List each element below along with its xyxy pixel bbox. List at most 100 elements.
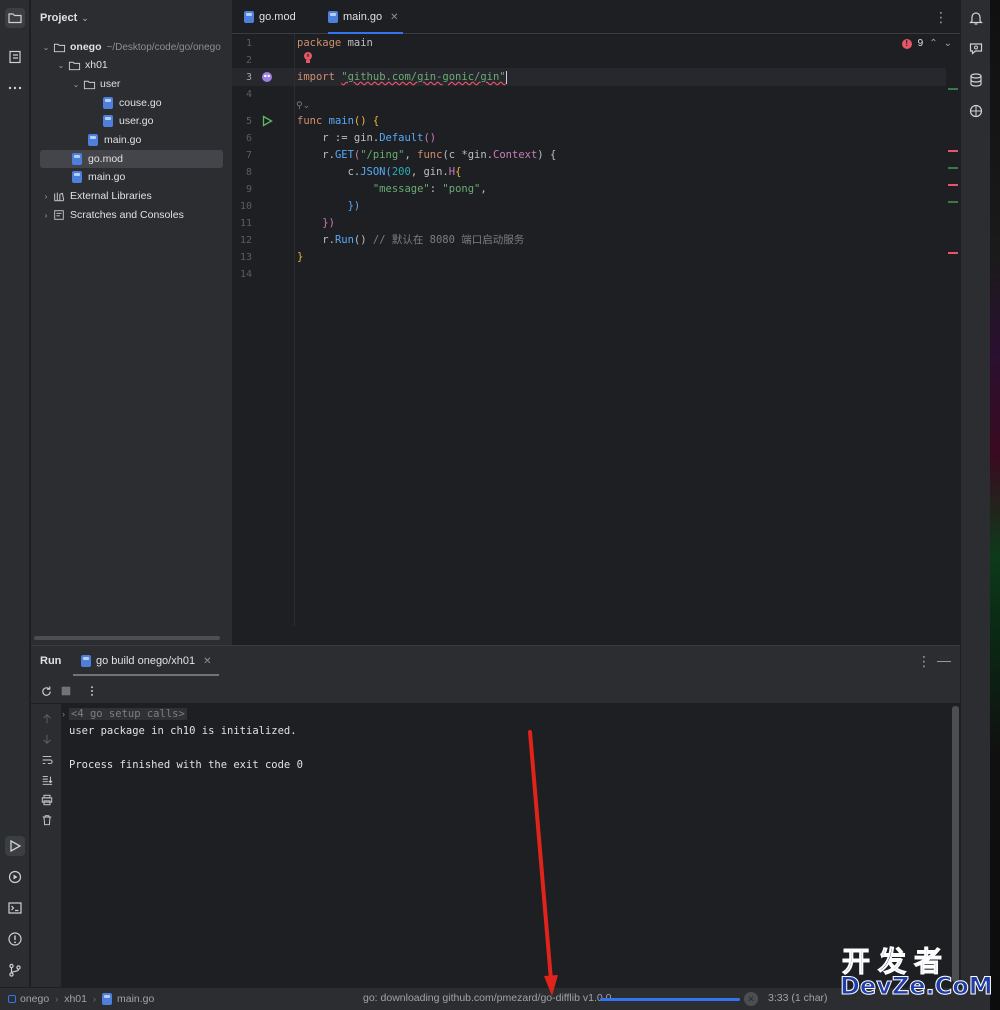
go-file-icon: [70, 170, 84, 184]
tab-main-go[interactable]: main.go ✕: [328, 0, 403, 34]
line-number: 1: [245, 38, 252, 49]
background-task-progress[interactable]: [600, 998, 740, 1001]
gopher-icon[interactable]: [261, 71, 273, 83]
ai-assistant-icon[interactable]: [966, 39, 986, 59]
more-tools-icon[interactable]: [5, 78, 25, 98]
code-line-8[interactable]: c.JSON(200, gin.H{: [297, 164, 462, 181]
tree-item-label: Scratches and Consoles: [70, 209, 184, 221]
code-line-6[interactable]: r := gin.Default(): [297, 130, 436, 147]
tree-item-scratches[interactable]: › Scratches and Consoles: [40, 206, 223, 224]
stop-icon[interactable]: [59, 684, 73, 698]
run-configuration-tab[interactable]: go build onego/xh01 ✕: [73, 646, 220, 676]
chevron-down-icon: ⌄: [81, 12, 89, 23]
import-path: "github.com/gin-gonic/gin": [341, 71, 506, 83]
cancel-task-icon[interactable]: ✕: [744, 992, 758, 1006]
chevron-right-icon[interactable]: ›: [62, 709, 65, 719]
chevron-right-icon[interactable]: ›: [40, 192, 52, 201]
code-line-5[interactable]: func main() {: [297, 113, 379, 130]
code-line-1[interactable]: package main: [297, 35, 373, 52]
project-tool-icon[interactable]: [5, 8, 25, 28]
line-number: 13: [239, 252, 252, 263]
scroll-down-icon[interactable]: [40, 732, 54, 746]
structure-tool-icon[interactable]: [5, 47, 25, 67]
tree-item-user[interactable]: ⌄ user: [70, 75, 223, 93]
problems-tool-icon[interactable]: [5, 929, 25, 949]
code-line-11[interactable]: }): [297, 215, 335, 232]
scroll-up-icon[interactable]: [40, 712, 54, 726]
services-tool-icon[interactable]: [5, 867, 25, 887]
notifications-icon[interactable]: [966, 8, 986, 28]
scroll-to-end-icon[interactable]: [40, 773, 54, 787]
breadcrumb-item[interactable]: main.go: [117, 993, 154, 1005]
tree-item-go-mod[interactable]: go.mod: [40, 150, 223, 168]
tree-item-main-go[interactable]: main.go: [70, 168, 223, 186]
error-mark[interactable]: [948, 252, 958, 254]
run-gutter-icon[interactable]: [261, 115, 273, 127]
tree-item-xh01-main-go[interactable]: main.go: [86, 131, 223, 149]
go-file-icon: [101, 993, 112, 1005]
tree-item-label: External Libraries: [70, 190, 152, 202]
code-line-13[interactable]: }: [297, 249, 303, 266]
tree-item-label: xh01: [85, 59, 108, 71]
tree-item-couse-go[interactable]: couse.go: [101, 94, 223, 112]
chevron-down-icon[interactable]: ⌄: [944, 38, 952, 49]
scratches-icon: [52, 208, 66, 222]
lightbulb-error-icon[interactable]: [302, 51, 314, 65]
caret-position[interactable]: 3:33 (1 char): [768, 992, 828, 1004]
chevron-right-icon[interactable]: ›: [40, 211, 52, 220]
code-line-12[interactable]: r.Run() // 默认在 8080 端口启动服务: [297, 232, 524, 249]
soft-wrap-icon[interactable]: [40, 753, 54, 767]
run-tool-icon[interactable]: [5, 836, 25, 856]
tab-go-mod[interactable]: go.mod: [244, 0, 296, 34]
tree-item-xh01[interactable]: ⌄ xh01: [55, 56, 223, 74]
rerun-icon[interactable]: [39, 684, 53, 698]
console-output[interactable]: › <4 go setup calls> user package in ch1…: [61, 704, 960, 988]
line-number: 9: [245, 184, 252, 195]
run-toolbar: [31, 676, 960, 704]
tab-options-icon[interactable]: ⋮: [934, 9, 948, 26]
line-number: 7: [245, 150, 252, 161]
breadcrumb: onego › xh01 › main.go: [8, 993, 154, 1005]
run-options-icon[interactable]: ⋮: [917, 653, 931, 670]
terminal-tool-icon[interactable]: [5, 898, 25, 918]
git-tool-icon[interactable]: [5, 960, 25, 980]
tree-item-external-libraries[interactable]: › External Libraries: [40, 187, 223, 205]
database-icon[interactable]: [966, 70, 986, 90]
print-icon[interactable]: [40, 793, 54, 807]
chevron-down-icon[interactable]: ⌄: [70, 80, 82, 89]
error-mark[interactable]: [948, 150, 958, 152]
breadcrumb-item[interactable]: onego: [20, 993, 49, 1005]
go-file-icon: [101, 114, 115, 128]
line-number: 4: [245, 89, 252, 100]
plugin-icon[interactable]: [966, 101, 986, 121]
inspection-widget[interactable]: ! 9 ⌃ ⌄: [901, 38, 952, 49]
go-file-icon: [328, 11, 338, 23]
chevron-down-icon[interactable]: ⌄: [55, 61, 67, 70]
code-line-9[interactable]: "message": "pong",: [297, 181, 487, 198]
code-line-10[interactable]: }): [297, 198, 361, 215]
tree-item-onego[interactable]: ⌄ onego ~/Desktop/code/go/onego: [40, 38, 223, 56]
project-panel-header[interactable]: Project ⌄: [31, 0, 232, 36]
watermark-logo: 开发者 DevZe.CoM: [840, 940, 994, 1006]
chevron-up-icon[interactable]: ⌃: [929, 38, 937, 49]
console-folded-line[interactable]: <4 go setup calls>: [69, 708, 187, 720]
code-line-7[interactable]: r.GET("/ping", func(c *gin.Context) {: [297, 147, 556, 164]
run-panel: Run go build onego/xh01 ✕ ⋮ — › <4 go se…: [31, 645, 960, 988]
close-icon[interactable]: ✕: [203, 656, 211, 667]
change-mark[interactable]: [948, 88, 958, 90]
background-task-label[interactable]: go: downloading github.com/pmezard/go-di…: [363, 992, 611, 1004]
more-icon[interactable]: [85, 684, 99, 698]
minimize-icon[interactable]: —: [937, 652, 951, 668]
change-mark[interactable]: [948, 167, 958, 169]
code-line-3[interactable]: import "github.com/gin-gonic/gin": [297, 69, 508, 86]
close-icon[interactable]: ✕: [390, 12, 398, 23]
trash-icon[interactable]: [40, 813, 54, 827]
change-mark[interactable]: [948, 201, 958, 203]
tree-item-user-go[interactable]: user.go: [101, 112, 223, 130]
chevron-down-icon[interactable]: ⌄: [40, 43, 52, 52]
horizontal-scrollbar[interactable]: [34, 636, 220, 640]
error-mark[interactable]: [948, 184, 958, 186]
breadcrumb-item[interactable]: xh01: [64, 993, 87, 1005]
chevron-right-icon: ›: [92, 994, 96, 1004]
inlay-hint-icon[interactable]: ⚲⌄: [296, 100, 310, 111]
